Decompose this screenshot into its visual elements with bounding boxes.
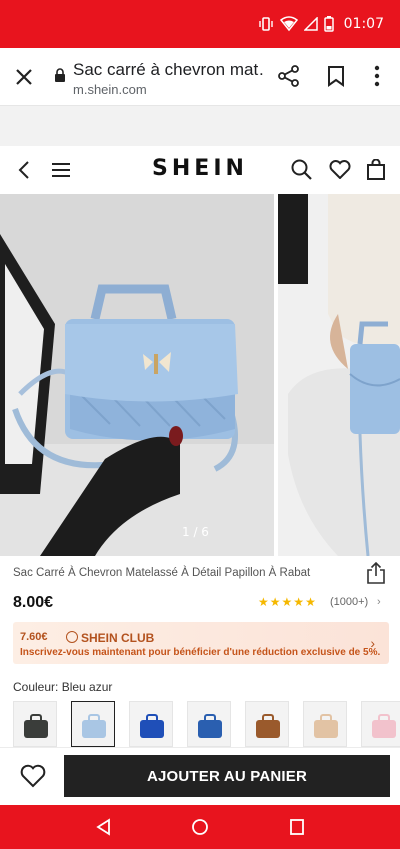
bookmark-icon[interactable] <box>327 65 345 87</box>
product-title-row: Sac Carré À Chevron Matelassé À Détail P… <box>0 556 400 590</box>
club-name: SHEIN CLUB <box>81 631 155 645</box>
color-swatch[interactable] <box>129 701 173 747</box>
chevron-right-icon[interactable]: › <box>370 635 375 651</box>
system-nav-bar <box>0 805 400 849</box>
heart-icon[interactable] <box>329 160 351 179</box>
banner-placeholder <box>0 106 400 146</box>
star-icon: ★ <box>305 595 316 609</box>
swatch-bag-thumbnail <box>82 720 106 738</box>
color-swatch[interactable] <box>303 701 347 747</box>
lock-icon <box>55 68 65 82</box>
browser-toolbar: Sac carré à chevron mat… m.shein.com <box>0 48 400 106</box>
review-count[interactable]: (1000+) <box>330 596 368 608</box>
chevron-right-icon[interactable]: › <box>377 596 381 608</box>
product-title: Sac Carré À Chevron Matelassé À Détail P… <box>13 567 311 579</box>
color-label: Couleur: Bleu azur <box>13 680 113 694</box>
club-price: 7.60€ <box>20 631 48 643</box>
product-photo-main[interactable]: 1 / 6 <box>0 194 274 556</box>
star-icon: ★ <box>258 595 269 609</box>
color-swatch[interactable] <box>187 701 231 747</box>
color-swatch[interactable] <box>361 701 400 747</box>
signal-icon <box>303 17 318 31</box>
shein-club-banner[interactable]: 7.60€ SHEIN CLUB Inscrivez-vous maintena… <box>13 622 389 664</box>
color-swatches <box>13 701 400 747</box>
status-time: 01:07 <box>343 16 384 32</box>
wishlist-heart-icon[interactable] <box>20 764 46 788</box>
swatch-bag-thumbnail <box>314 720 338 738</box>
product-gallery[interactable]: 1 / 6 <box>0 194 400 556</box>
gallery-counter: 1 / 6 <box>182 525 209 539</box>
shop-header: SHEIN <box>0 146 400 194</box>
wifi-icon <box>279 16 298 32</box>
status-bar: 01:07 <box>0 0 400 48</box>
add-to-cart-button[interactable]: AJOUTER AU PANIER <box>64 755 390 797</box>
cart-bag-icon[interactable] <box>366 159 386 180</box>
star-icon: ★ <box>293 595 305 609</box>
product-photo-next-illustration <box>278 194 400 556</box>
battery-icon <box>323 16 334 32</box>
close-icon[interactable] <box>12 65 36 89</box>
product-photo-next[interactable] <box>278 194 400 556</box>
swatch-bag-thumbnail <box>372 720 396 738</box>
swatch-bag-thumbnail <box>140 720 164 738</box>
swatch-bag-thumbnail <box>256 720 280 738</box>
star-icon: ★ <box>269 595 281 609</box>
color-swatch[interactable] <box>245 701 289 747</box>
swatch-bag-thumbnail <box>198 720 222 738</box>
nav-home-icon[interactable] <box>191 818 209 836</box>
star-icon: ★ <box>281 595 293 609</box>
bottom-action-bar: AJOUTER AU PANIER <box>0 747 400 805</box>
color-swatch[interactable] <box>13 701 57 747</box>
share-product-icon[interactable] <box>366 562 386 584</box>
rating-stars[interactable]: ★ ★ ★ ★ ★ <box>258 596 316 608</box>
share-icon[interactable] <box>278 65 300 87</box>
search-icon[interactable] <box>291 159 312 180</box>
nav-back-icon[interactable] <box>95 818 111 836</box>
browser-domain[interactable]: m.shein.com <box>73 82 147 97</box>
color-swatch[interactable] <box>71 701 115 747</box>
product-price: 8.00€ <box>13 594 54 611</box>
browser-page-title[interactable]: Sac carré à chevron mat… <box>73 60 263 80</box>
swatch-bag-thumbnail <box>24 720 48 738</box>
more-vert-icon[interactable] <box>373 65 381 87</box>
nav-recents-icon[interactable] <box>289 818 305 836</box>
vibrate-icon <box>258 17 273 31</box>
club-description: Inscrivez-vous maintenant pour bénéficie… <box>20 647 381 658</box>
product-photo-illustration <box>0 194 274 556</box>
club-logo-icon <box>66 631 78 643</box>
